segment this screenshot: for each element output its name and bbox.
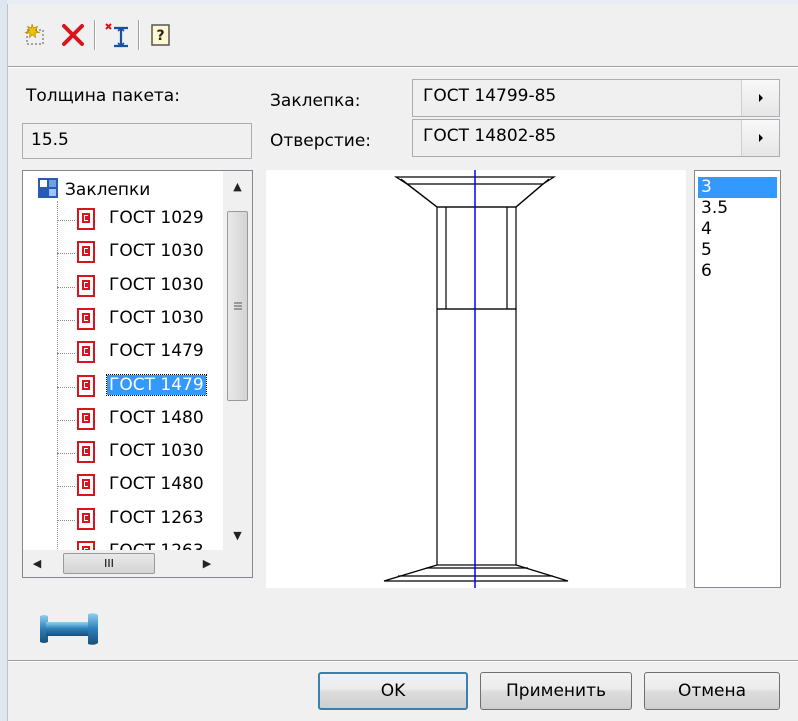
- tree-item[interactable]: ГОСТ 1030: [23, 237, 243, 270]
- rivet-drawing: [383, 170, 569, 588]
- rivet-tree[interactable]: Заклепки ГОСТ 1029 ГОСТ 1030 ГОСТ 1030 ГОСТ…: [22, 170, 253, 578]
- tree-item-label: ГОСТ 1480: [109, 407, 204, 428]
- tree-connector: [57, 519, 75, 521]
- window-top-border: [7, 0, 798, 4]
- tree-item-label: ГОСТ 1480: [109, 474, 204, 495]
- new-item-button[interactable]: [22, 20, 52, 50]
- scroll-thumb[interactable]: [227, 211, 248, 401]
- tree-item-label: ГОСТ 1030: [109, 441, 204, 462]
- tree-item-label: ГОСТ 1263: [109, 507, 204, 528]
- tree-connector: [57, 220, 75, 221]
- rivet-standard-icon: [77, 507, 95, 530]
- tree-connector: [57, 486, 75, 488]
- dimension-button[interactable]: [102, 20, 132, 50]
- size-list-item[interactable]: 5: [701, 240, 712, 261]
- hole-label: Отверстие:: [270, 131, 372, 151]
- window-left-border: [0, 0, 8, 721]
- rivet-standard-icon: [77, 441, 95, 464]
- rivet-shape-icon: [40, 613, 98, 645]
- delete-button[interactable]: [58, 20, 88, 50]
- tree-connector: [57, 453, 75, 455]
- delete-icon: [62, 24, 84, 46]
- rivet-standard-icon: [77, 341, 95, 364]
- toolbar-separator: [94, 20, 96, 50]
- tree-item[interactable]: ГОСТ 1029: [23, 204, 243, 237]
- ok-button[interactable]: OK: [318, 672, 468, 710]
- size-list[interactable]: 3 3.5 4 5 6: [694, 170, 781, 588]
- rivet-standard-icon: [77, 241, 95, 264]
- tree-item-label: ГОСТ 1479: [109, 341, 204, 362]
- tree-item[interactable]: ГОСТ 1263: [23, 504, 243, 537]
- rivet-library-icon: [38, 178, 58, 198]
- hole-combo-arrow[interactable]: [741, 120, 779, 156]
- tree-item-label: ГОСТ 1030: [109, 274, 204, 295]
- tree-hscrollbar[interactable]: ◀ III ▶: [23, 550, 223, 577]
- tree-item[interactable]: ГОСТ 1479: [23, 337, 243, 370]
- tree-root-label: Заклепки: [65, 180, 151, 200]
- tree-item[interactable]: ГОСТ 1480: [23, 404, 243, 437]
- apply-button[interactable]: Применить: [480, 672, 632, 710]
- scroll-up-arrow[interactable]: ▲: [223, 171, 252, 201]
- size-list-item[interactable]: 3.5: [701, 198, 728, 219]
- hole-combo[interactable]: ГОСТ 14802-85: [412, 119, 780, 157]
- svg-text:?: ?: [156, 28, 164, 44]
- tree-connector: [57, 286, 75, 288]
- tree-item-label: ГОСТ 1029: [109, 208, 204, 228]
- dimension-icon: [105, 23, 128, 48]
- rivet-standard-icon: [77, 307, 95, 330]
- scroll-left-arrow[interactable]: ◀: [23, 550, 51, 577]
- tree-item-label: ГОСТ 1030: [109, 307, 204, 328]
- tree-connector: [57, 319, 75, 321]
- rivet-shape-button[interactable]: [38, 612, 102, 646]
- help-icon: ?: [151, 24, 170, 46]
- tree-item[interactable]: ГОСТ 1480: [23, 470, 243, 503]
- tree-connector: [57, 253, 75, 255]
- toolbar-divider: [8, 66, 798, 68]
- rivet-standard-icon: [77, 474, 95, 497]
- hscroll-thumb[interactable]: III: [63, 553, 155, 574]
- toolbar-separator: [138, 20, 140, 50]
- rivet-standard-icon: [77, 208, 95, 230]
- rivet-label: Заклепка:: [270, 91, 361, 111]
- cancel-button[interactable]: Отмена: [644, 672, 780, 710]
- tree-connector: [57, 386, 75, 388]
- tree-item-label: ГОСТ 1030: [109, 241, 204, 262]
- package-thickness-label: Толщина пакета:: [26, 86, 180, 106]
- size-list-item[interactable]: 3: [698, 177, 777, 198]
- tree-vscrollbar[interactable]: ▲ ▼: [223, 171, 252, 550]
- chevron-right-icon: [758, 94, 763, 102]
- grip-icon: [233, 302, 242, 310]
- new-item-icon: [24, 23, 44, 45]
- size-list-item[interactable]: 4: [701, 219, 712, 240]
- scroll-down-arrow[interactable]: ▼: [223, 520, 252, 550]
- tree-item[interactable]: ГОСТ 1030: [23, 437, 243, 470]
- tree-connector: [57, 419, 75, 421]
- hscroll-grip: III: [104, 557, 114, 570]
- tree-item[interactable]: ГОСТ 1479: [23, 371, 243, 404]
- size-list-item[interactable]: 6: [701, 261, 712, 282]
- rivet-standard-icon: [77, 407, 95, 430]
- rivet-standard-icon: [77, 274, 95, 297]
- tree-item[interactable]: ГОСТ 1030: [23, 304, 243, 337]
- tree-item-label: ГОСТ 1479: [106, 373, 207, 396]
- scroll-corner: [223, 550, 252, 577]
- help-button[interactable]: ?: [146, 20, 176, 50]
- package-thickness-field[interactable]: 15.5: [22, 123, 252, 159]
- hole-combo-value: ГОСТ 14802-85: [423, 126, 557, 146]
- rivet-combo-arrow[interactable]: [741, 80, 779, 116]
- rivet-preview: [266, 170, 686, 588]
- tree-connector: [57, 353, 75, 355]
- rivet-combo-value: ГОСТ 14799-85: [423, 86, 557, 106]
- scroll-right-arrow[interactable]: ▶: [193, 550, 221, 577]
- tree-root[interactable]: Заклепки: [23, 175, 223, 205]
- rivet-combo[interactable]: ГОСТ 14799-85: [412, 79, 780, 117]
- chevron-right-icon: [758, 134, 763, 142]
- tree-item[interactable]: ГОСТ 1030: [23, 271, 243, 304]
- rivet-standard-icon: [77, 374, 95, 397]
- toolbar: ?: [22, 18, 322, 52]
- footer-divider: [8, 660, 798, 662]
